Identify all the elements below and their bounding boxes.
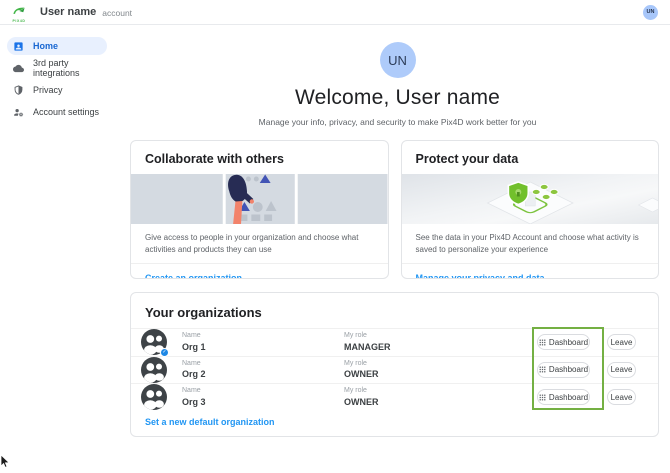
header-avatar[interactable]: UN [643, 5, 658, 20]
header-context-label: account [102, 8, 132, 18]
sidebar-item-label: 3rd party integrations [33, 58, 107, 78]
org-role-cell: My role OWNER [344, 387, 537, 407]
organizations-card: Your organizations ✓ Name [130, 292, 659, 437]
protect-data-card: Protect your data [401, 140, 660, 279]
leave-button[interactable]: Leave [607, 389, 636, 405]
org-name: Org 2 [182, 369, 344, 380]
mouse-cursor [1, 455, 10, 473]
welcome-section: UN Welcome, User name Manage your info, … [125, 42, 670, 127]
organization-row: Name Org 2 My role OWNER Dashboard [131, 356, 658, 384]
org-name-cell: Name Org 3 [182, 387, 344, 407]
leave-button[interactable]: Leave [607, 334, 636, 350]
organizations-title: Your organizations [131, 293, 658, 320]
role-label: My role [344, 332, 537, 340]
manage-accounts-icon [13, 107, 24, 118]
manage-privacy-link[interactable]: Manage your privacy and data [402, 264, 659, 279]
set-default-organization-link[interactable]: Set a new default organization [131, 417, 289, 436]
org-name-cell: Name Org 1 [182, 332, 344, 352]
pix4d-logo-text: PIX4D [12, 19, 25, 23]
org-actions: Dashboard Leave [537, 362, 636, 378]
role-label: My role [344, 387, 537, 395]
header-user-name: User name [40, 6, 96, 18]
name-label: Name [182, 360, 344, 368]
sidebar-item-home[interactable]: Home [7, 37, 107, 55]
protect-data-illustration [402, 174, 659, 224]
org-role: OWNER [344, 369, 537, 380]
card-title: Collaborate with others [131, 141, 388, 174]
cloud-icon [13, 63, 24, 74]
sidebar-item-account-settings[interactable]: Account settings [7, 103, 107, 121]
account-box-icon [13, 41, 24, 52]
sidebar-item-label: Privacy [33, 85, 63, 95]
org-role: OWNER [344, 397, 537, 408]
leave-button-label: Leave [611, 365, 633, 374]
dashboard-button[interactable]: Dashboard [537, 334, 590, 350]
org-role: MANAGER [344, 342, 537, 353]
org-name: Org 1 [182, 342, 344, 353]
card-description: Give access to people in your organizati… [131, 224, 388, 261]
apps-grid-icon [539, 394, 546, 401]
sidebar: Home 3rd party integrations Privacy [0, 25, 125, 125]
dashboard-button-label: Dashboard [549, 338, 588, 347]
org-role-cell: My role MANAGER [344, 332, 537, 352]
leave-button[interactable]: Leave [607, 362, 636, 378]
name-label: Name [182, 332, 344, 340]
leave-button-label: Leave [611, 338, 633, 347]
card-description: See the data in your Pix4D Account and c… [402, 224, 659, 261]
dashboard-button-label: Dashboard [549, 393, 588, 402]
organization-row: ✓ Name Org 1 My role MANAGER [131, 328, 658, 356]
dashboard-button[interactable]: Dashboard [537, 389, 590, 405]
organization-avatar [141, 384, 167, 410]
org-name-cell: Name Org 2 [182, 360, 344, 380]
sidebar-item-privacy[interactable]: Privacy [7, 81, 107, 99]
organization-avatar [141, 357, 167, 383]
page-subtitle: Manage your info, privacy, and security … [125, 117, 670, 127]
shield-icon [13, 85, 24, 96]
pix4d-account-page: PIX4D User name account UN Home 3rd part… [0, 0, 670, 472]
card-title: Protect your data [402, 141, 659, 174]
collaborate-card: Collaborate with others [130, 140, 389, 279]
dashboard-button[interactable]: Dashboard [537, 362, 590, 378]
pix4d-logo[interactable]: PIX4D [8, 2, 30, 23]
org-actions: Dashboard Leave [537, 334, 636, 350]
leave-button-label: Leave [611, 393, 633, 402]
page-title: Welcome, User name [125, 86, 670, 110]
apps-grid-icon [539, 339, 546, 346]
role-label: My role [344, 360, 537, 368]
organization-avatar: ✓ [141, 329, 167, 355]
profile-avatar: UN [380, 42, 416, 78]
organizations-list: ✓ Name Org 1 My role MANAGER [131, 328, 658, 411]
dashboard-button-label: Dashboard [549, 365, 588, 374]
sidebar-item-label: Home [33, 41, 58, 51]
app-header: PIX4D User name account UN [0, 0, 670, 25]
name-label: Name [182, 387, 344, 395]
create-organization-link[interactable]: Create an organization [131, 264, 388, 279]
organization-row: Name Org 3 My role OWNER Dashboard [131, 383, 658, 411]
org-name: Org 3 [182, 397, 344, 408]
pix4d-logo-icon [12, 2, 26, 20]
org-actions: Dashboard Leave [537, 389, 636, 405]
org-role-cell: My role OWNER [344, 360, 537, 380]
info-cards-row: Collaborate with others [130, 140, 659, 279]
collaborate-illustration [131, 174, 388, 224]
sidebar-item-label: Account settings [33, 107, 99, 117]
apps-grid-icon [539, 366, 546, 373]
sidebar-item-3rd-party-integrations[interactable]: 3rd party integrations [7, 59, 107, 77]
